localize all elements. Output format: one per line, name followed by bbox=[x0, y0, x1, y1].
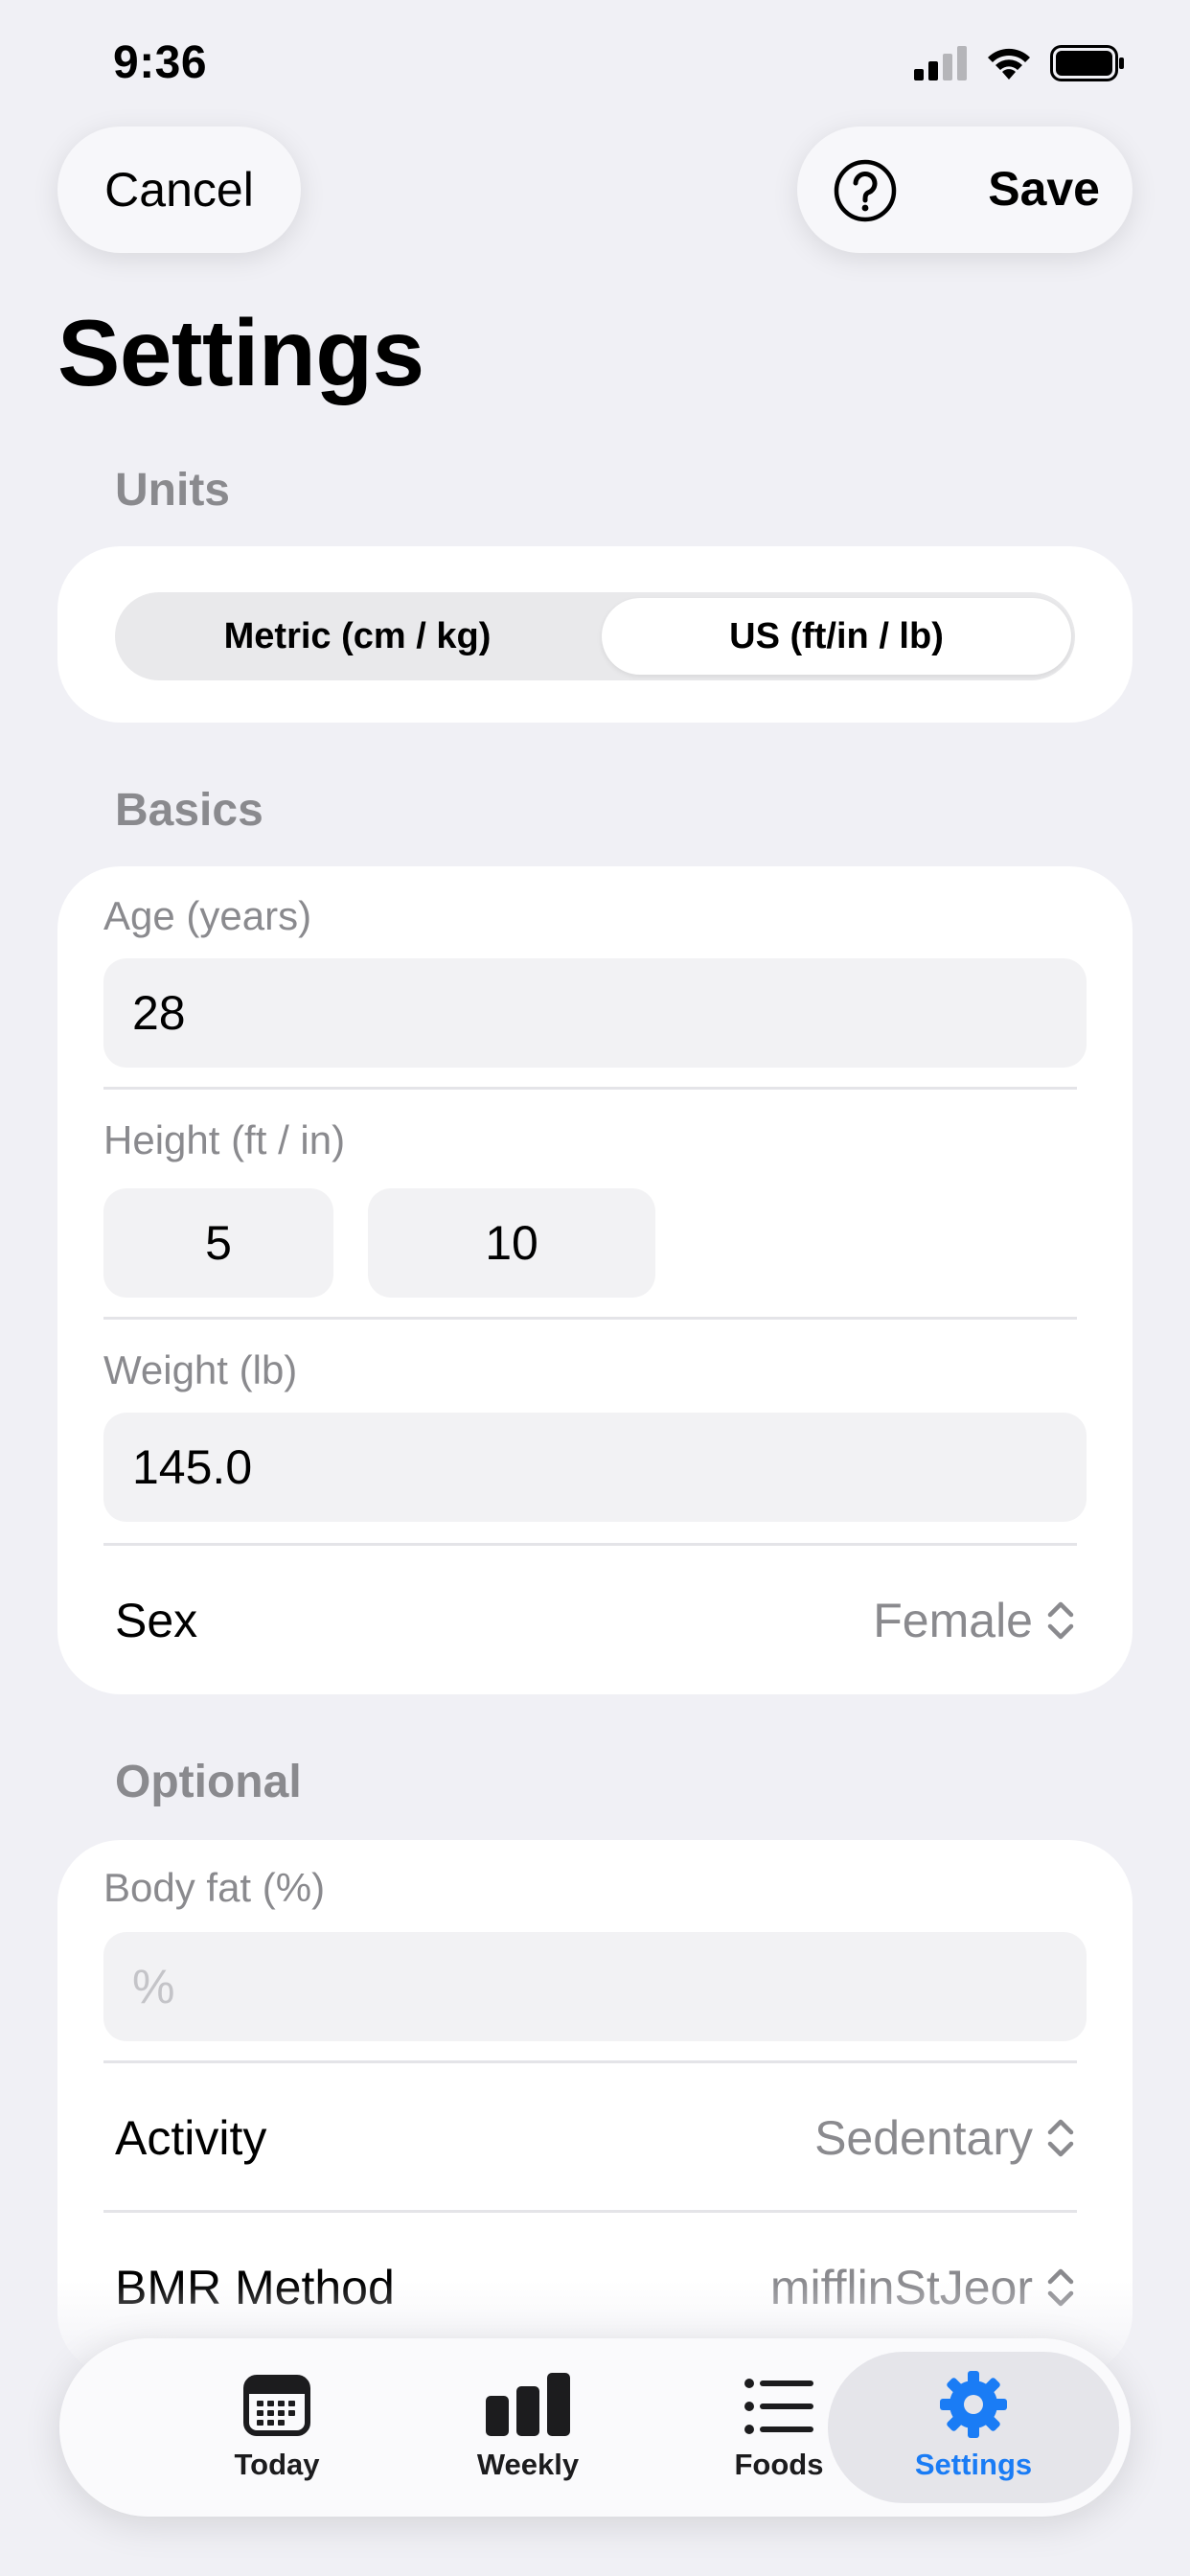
age-field[interactable]: 28 bbox=[103, 958, 1087, 1068]
age-value: 28 bbox=[132, 986, 186, 1040]
cancel-label: Cancel bbox=[104, 163, 254, 217]
chevron-up-down-icon bbox=[1047, 1601, 1074, 1640]
tab-bar: Today Weekly Foods Settings bbox=[59, 2338, 1131, 2517]
tab-today[interactable]: Today bbox=[151, 2338, 402, 2517]
divider bbox=[103, 2210, 1077, 2213]
age-label: Age (years) bbox=[103, 893, 312, 938]
calendar-icon bbox=[243, 2375, 310, 2436]
wifi-icon bbox=[988, 48, 1030, 80]
weight-value: 145.0 bbox=[132, 1440, 253, 1494]
height-feet-field[interactable]: 5 bbox=[103, 1188, 333, 1298]
optional-section-header: Optional bbox=[115, 1757, 302, 1807]
tab-settings-label: Settings bbox=[914, 2448, 1033, 2481]
activity-value: Sedentary bbox=[814, 2111, 1033, 2165]
tab-settings[interactable]: Settings bbox=[828, 2352, 1119, 2503]
height-feet-value: 5 bbox=[205, 1216, 232, 1270]
tab-today-label: Today bbox=[234, 2448, 320, 2481]
sex-value: Female bbox=[873, 1594, 1033, 1647]
divider bbox=[103, 1543, 1077, 1546]
units-section-header: Units bbox=[115, 465, 230, 516]
settings-screen: 9:36 Cancel Save Settings Units Metric (… bbox=[0, 0, 1190, 2576]
divider bbox=[103, 1317, 1077, 1320]
units-card: Metric (cm / kg) US (ft/in / lb) bbox=[57, 546, 1133, 723]
activity-picker[interactable]: Sedentary bbox=[814, 2110, 1075, 2166]
units-option-metric[interactable]: Metric (cm / kg) bbox=[115, 592, 600, 680]
battery-icon bbox=[1050, 45, 1124, 81]
weight-label: Weight (lb) bbox=[103, 1347, 298, 1392]
activity-label: Activity bbox=[115, 2111, 267, 2165]
tab-weekly-label: Weekly bbox=[476, 2448, 580, 2481]
body-fat-placeholder: % bbox=[132, 1960, 175, 2013]
sex-picker[interactable]: Female bbox=[873, 1593, 1075, 1648]
units-segmented-control: Metric (cm / kg) US (ft/in / lb) bbox=[115, 592, 1075, 680]
body-fat-field[interactable]: % bbox=[103, 1932, 1087, 2041]
divider bbox=[103, 2060, 1077, 2063]
height-inches-value: 10 bbox=[485, 1216, 538, 1270]
basics-card: Age (years) 28 Height (ft / in) 5 10 Wei… bbox=[57, 866, 1133, 1694]
page-title: Settings bbox=[57, 300, 424, 405]
signal-icon bbox=[914, 46, 967, 80]
list-icon bbox=[744, 2379, 813, 2434]
sex-label: Sex bbox=[115, 1594, 198, 1647]
chevron-up-down-icon bbox=[1047, 2119, 1074, 2157]
status-icons bbox=[914, 44, 1127, 82]
toolbar-right-group: Save bbox=[797, 126, 1133, 253]
gear-icon bbox=[940, 2371, 1007, 2438]
help-icon[interactable] bbox=[834, 159, 897, 222]
divider bbox=[103, 1087, 1077, 1090]
basics-section-header: Basics bbox=[115, 785, 263, 836]
status-time: 9:36 bbox=[113, 37, 208, 88]
tab-weekly[interactable]: Weekly bbox=[402, 2338, 653, 2517]
cancel-button[interactable]: Cancel bbox=[57, 126, 301, 253]
units-option-us[interactable]: US (ft/in / lb) bbox=[602, 598, 1071, 675]
weight-field[interactable]: 145.0 bbox=[103, 1413, 1087, 1522]
save-button[interactable]: Save bbox=[988, 161, 1100, 217]
bar-chart-icon bbox=[486, 2373, 570, 2436]
body-fat-label: Body fat (%) bbox=[103, 1865, 326, 1910]
height-inches-field[interactable]: 10 bbox=[368, 1188, 655, 1298]
height-label: Height (ft / in) bbox=[103, 1117, 346, 1162]
